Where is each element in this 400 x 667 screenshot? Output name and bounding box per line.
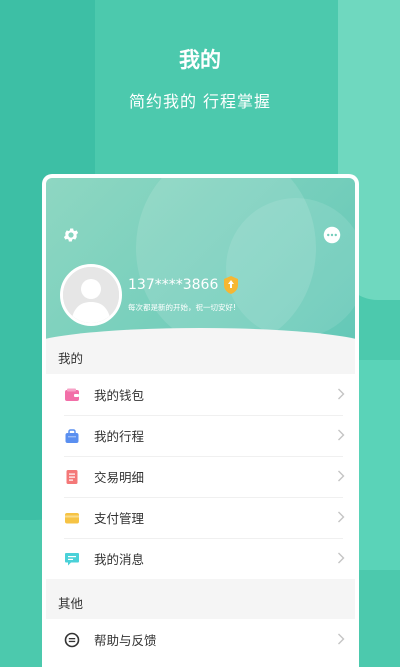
section-label-other: 其他 [46,589,355,619]
chevron-right-icon [338,552,345,564]
chat-icon [65,552,79,565]
menu-item-messages[interactable]: 我的消息 [46,538,355,579]
phone-screen: 137****3866 每次都是新的开始，祝一切安好! 我的 我的钱包 我的行程… [42,174,359,667]
user-motto: 每次都是新的开始，祝一切安好! [128,303,237,312]
shield-badge-icon [224,276,238,294]
menu-item-label: 交易明细 [94,470,145,485]
menu-item-label: 我的钱包 [94,388,145,403]
header-decoration [226,198,355,338]
profile-header: 137****3866 每次都是新的开始，祝一切安好! [46,178,355,344]
menu-list-other: 帮助与反馈 [46,619,355,660]
section-label-mine: 我的 [46,344,355,374]
menu-item-trips[interactable]: 我的行程 [46,415,355,456]
bag-icon [65,428,79,443]
chevron-right-icon [338,388,345,400]
gear-icon[interactable] [62,226,80,244]
default-avatar-icon [63,267,119,323]
chevron-right-icon [338,470,345,482]
wallet-icon [65,388,79,401]
help-icon [64,632,80,647]
avatar[interactable] [60,264,122,326]
hero-subtitle: 简约我的 行程掌握 [128,92,272,111]
menu-item-label: 帮助与反馈 [94,633,157,648]
card-icon [65,512,79,523]
user-phone: 137****3866 [128,277,219,293]
menu-item-payment[interactable]: 支付管理 [46,497,355,538]
receipt-icon [66,469,78,484]
menu-item-label: 我的消息 [94,552,145,567]
section-gap [46,579,355,589]
chevron-right-icon [338,633,345,645]
chevron-right-icon [338,429,345,441]
menu-list-mine: 我的钱包 我的行程 交易明细 支付管理 我的消息 [46,374,355,579]
menu-item-transactions[interactable]: 交易明细 [46,456,355,497]
menu-item-wallet[interactable]: 我的钱包 [46,374,355,415]
menu-item-help[interactable]: 帮助与反馈 [46,619,355,660]
menu-item-label: 支付管理 [94,511,145,526]
menu-item-label: 我的行程 [94,429,145,444]
more-icon[interactable] [323,226,341,244]
hero-title: 我的 [179,48,221,72]
chevron-right-icon [338,511,345,523]
